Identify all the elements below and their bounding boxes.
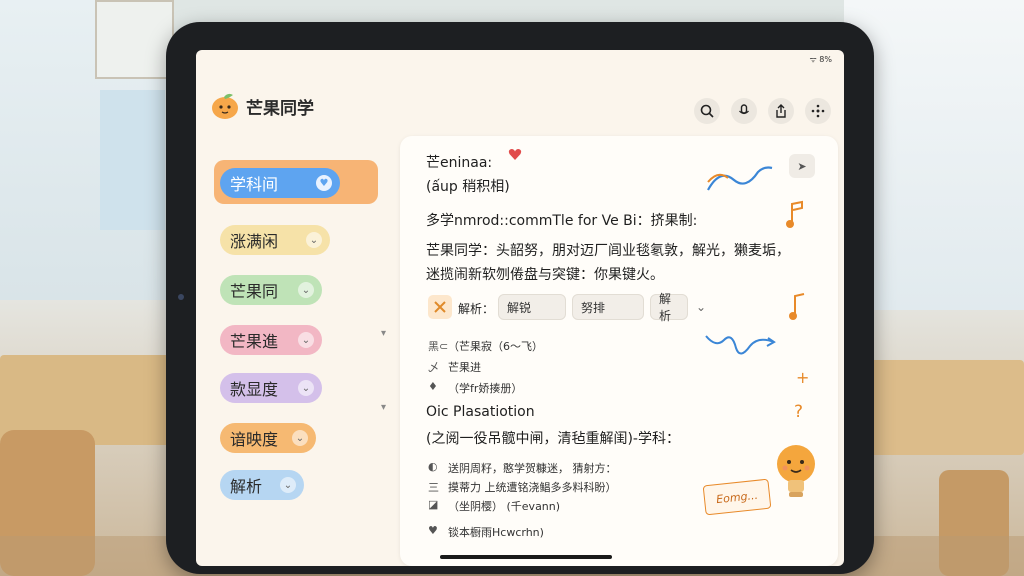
list-item: （芒果寂（6〜飞） <box>448 340 543 353</box>
scroll-tick-icon: ▾ <box>381 328 387 339</box>
background-desk-right <box>864 360 1024 455</box>
sidebar-item-reading[interactable]: 谙映度 ⌄ <box>220 423 316 453</box>
list-item: （坐阴樱） (千evann) <box>448 500 561 513</box>
sidebar-item-analysis[interactable]: 解析 ⌄ <box>220 470 304 500</box>
sidebar-item-subject[interactable]: 学科间 ♥ <box>220 168 340 198</box>
sidebar-item-mango[interactable]: 芒果同 ⌄ <box>220 275 322 305</box>
lightbulb-mascot-icon <box>777 445 815 497</box>
chevron-down-icon[interactable]: ⌄ <box>280 477 296 493</box>
section-subtitle: (之阅一役吊髋中闸，清毡重解闺)-学科： <box>426 431 680 447</box>
tablet-device: ᯤ 8% 芒果同学 学科间 ♥ 涨满闲 ⌄ 芒果同 ⌄ 芒果進 ⌄ 款显度 ⌄ 谙映度 ⌄ 解析 ⌄ ▾ … <box>166 22 874 574</box>
list-bullet-icon: 乄 <box>428 361 439 374</box>
camera-dot <box>178 294 184 300</box>
card-body-line2: 迷揽闹新软刎倦盘与突键：你果键火。 <box>426 267 664 283</box>
home-indicator[interactable] <box>440 555 612 559</box>
card-heading: 芒eninaa: <box>426 155 493 171</box>
sidebar-item-explain[interactable]: 款显度 ⌄ <box>220 373 322 403</box>
tools-icon[interactable] <box>428 295 452 319</box>
chevron-down-icon[interactable]: ⌄ <box>298 380 314 396</box>
heart-doodle-icon <box>508 149 522 160</box>
brand[interactable]: 芒果同学 <box>210 92 314 120</box>
sidebar-item-label: 谙映度 <box>230 430 279 449</box>
chevron-down-icon[interactable]: ⌄ <box>306 232 322 248</box>
sidebar-item-progress[interactable]: 芒果進 ⌄ <box>220 325 322 355</box>
heart-icon[interactable]: ♥ <box>316 175 332 191</box>
background-poster <box>100 90 165 230</box>
pin-icon: ➤ <box>797 159 807 173</box>
card-body-line1: 芒果同学：头韶努，朋对迈厂闾业毯氡敦，解光，獭麦垢， <box>426 243 790 259</box>
list-bullet-icon: ◪ <box>428 498 439 511</box>
mango-logo-icon <box>210 92 242 120</box>
more-icon[interactable] <box>805 98 831 124</box>
list-item: 芒果进 <box>448 361 481 374</box>
chip-option[interactable]: 解锐 <box>498 294 566 320</box>
share-icon[interactable] <box>768 98 794 124</box>
brand-name: 芒果同学 <box>246 98 314 119</box>
card-subheading: (ấup 稍积相) <box>426 179 510 195</box>
list-bullet-icon: 黑⊂ <box>428 340 449 353</box>
sidebar-item-label: 解析 <box>230 477 263 496</box>
list-item: （学fr娇揍册） <box>448 382 523 395</box>
question-doodle-icon: ? <box>794 402 804 422</box>
list-item: 送阴周籽，憨学贺糠迷， 猜射方： <box>448 462 617 475</box>
sidebar-item-label: 学科间 <box>230 175 279 194</box>
chevron-down-icon[interactable]: ⌄ <box>696 300 706 314</box>
sidebar-item-label: 芒果同 <box>230 282 279 301</box>
chevron-down-icon[interactable]: ⌄ <box>298 332 314 348</box>
list-bullet-icon: ♥ <box>428 524 438 537</box>
chevron-down-icon[interactable]: ⌄ <box>292 430 308 446</box>
sidebar-item-review[interactable]: 涨满闲 ⌄ <box>220 225 330 255</box>
sidebar-item-label: 款显度 <box>230 380 279 399</box>
search-icon[interactable] <box>694 98 720 124</box>
list-item: 摸蒂力 上统遭铭浇鲳多多料科盼） <box>448 481 617 494</box>
chevron-down-icon[interactable]: ⌄ <box>298 282 314 298</box>
app-screen: ᯤ 8% 芒果同学 学科间 ♥ 涨满闲 ⌄ 芒果同 ⌄ 芒果進 ⌄ 款显度 ⌄ 谙映度 ⌄ 解析 ⌄ ▾ … <box>196 50 844 566</box>
collapse-button[interactable]: ➤ <box>789 154 815 178</box>
sidebar-item-label: 芒果進 <box>230 332 279 351</box>
section-title: Oic Plasatiotion <box>426 404 535 420</box>
list-item: 锬本橱雨Hcwcrhn) <box>448 526 544 539</box>
blue-squiggle-doodle <box>707 166 773 191</box>
sidebar-item-label: 涨满闲 <box>230 232 279 251</box>
list-bullet-icon: ♦ <box>428 380 438 393</box>
music-note-doodle-icon <box>786 200 803 228</box>
scroll-tick-icon: ▾ <box>381 402 387 413</box>
background-board <box>95 0 174 79</box>
chip-option[interactable]: 解析 <box>650 292 688 323</box>
chip-row-label: 解析： <box>458 302 495 316</box>
status-bar: ᯤ 8% <box>809 55 832 64</box>
card-title: 多学nmrod::commTle for Ve Bi：挤果制: <box>426 213 698 229</box>
plus-doodle-icon: + <box>796 368 810 387</box>
chip-option[interactable]: 努排 <box>572 294 644 320</box>
list-bullet-icon: ◐ <box>428 460 438 473</box>
music-note-doodle-icon <box>789 293 805 320</box>
list-bullet-icon: 三 <box>428 481 439 494</box>
mic-icon[interactable] <box>731 98 757 124</box>
blue-squiggle-doodle <box>705 335 776 355</box>
